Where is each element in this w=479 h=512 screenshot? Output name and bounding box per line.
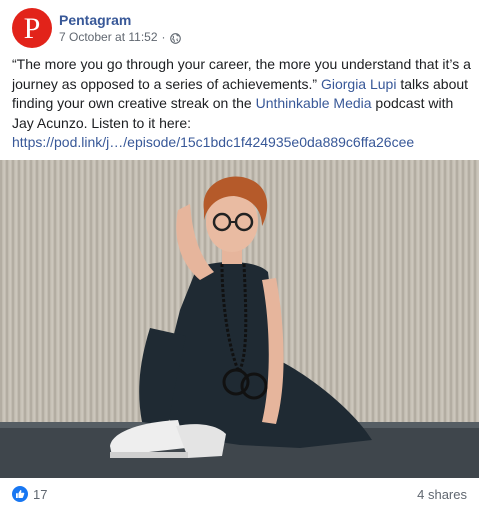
mention-unthinkable-media[interactable]: Unthinkable Media bbox=[256, 95, 372, 111]
shares-count[interactable]: 4 shares bbox=[417, 487, 467, 502]
post-time-row: 7 October at 11:52 · bbox=[59, 29, 181, 45]
page-avatar[interactable]: P bbox=[12, 8, 52, 48]
like-icon bbox=[12, 486, 28, 502]
post-header: P Pentagram 7 October at 11:52 · bbox=[12, 8, 467, 48]
post-message: “The more you go through your career, th… bbox=[12, 55, 472, 153]
reactions-summary[interactable]: 17 bbox=[12, 486, 47, 502]
page-name-link[interactable]: Pentagram bbox=[59, 11, 181, 29]
meta-separator: · bbox=[161, 30, 166, 44]
photo-illustration bbox=[0, 160, 479, 478]
post-timestamp[interactable]: 7 October at 11:52 bbox=[59, 29, 158, 45]
mention-giorgia-lupi[interactable]: Giorgia Lupi bbox=[321, 76, 397, 92]
avatar-logo-letter: P bbox=[23, 12, 41, 45]
like-count: 17 bbox=[33, 486, 48, 502]
post-photo[interactable] bbox=[0, 160, 479, 478]
post-footer: 17 4 shares bbox=[12, 484, 467, 504]
podcast-link[interactable]: https://pod.link/j…/episode/15c1bdc1f424… bbox=[12, 134, 414, 150]
post-meta: Pentagram 7 October at 11:52 · bbox=[59, 11, 181, 45]
globe-icon[interactable] bbox=[169, 32, 181, 44]
